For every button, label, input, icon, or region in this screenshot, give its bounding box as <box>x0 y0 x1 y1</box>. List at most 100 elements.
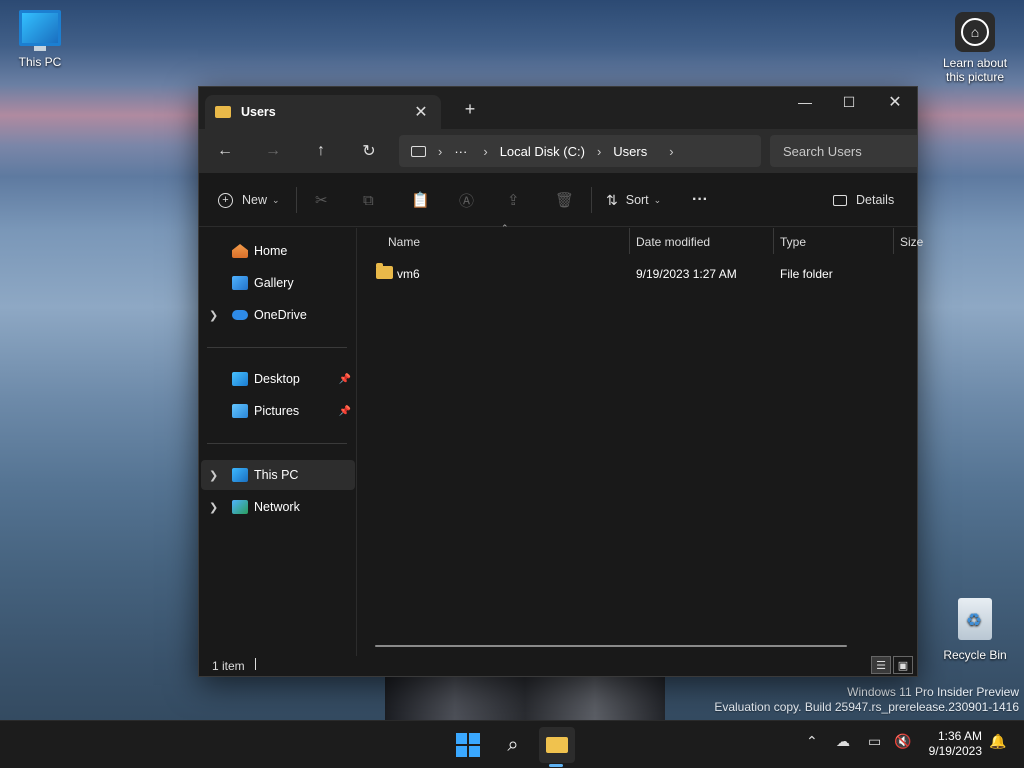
back-button[interactable]: ← <box>210 137 240 165</box>
sidebar-item-label: Network <box>254 500 300 514</box>
desktop-icon-this-pc[interactable]: This PC <box>0 10 80 69</box>
column-header-date-modified[interactable]: Date modified <box>636 228 710 256</box>
column-header-type[interactable]: Type <box>780 228 806 256</box>
cut-icon[interactable]: ✂ <box>315 173 328 227</box>
breadcrumb-chevron-icon[interactable]: › <box>597 144 601 159</box>
this-pc-icon <box>19 10 61 51</box>
close-button[interactable]: ✕ <box>872 87 918 117</box>
refresh-button[interactable]: ↻ <box>354 137 384 165</box>
network-icon[interactable]: ▭ <box>868 733 881 750</box>
column-header-name[interactable]: Name <box>388 228 420 256</box>
file-type: File folder <box>780 267 833 281</box>
sidebar-item-network[interactable]: ❯ Network <box>201 492 355 522</box>
search-icon[interactable]: ⌕ <box>495 727 531 763</box>
sidebar-item-label: Home <box>254 244 288 258</box>
delete-icon[interactable]: 🗑 <box>555 173 574 227</box>
start-button[interactable] <box>450 727 486 763</box>
details-label: Details <box>856 193 895 207</box>
sort-up-icon: ⌃ <box>501 223 509 233</box>
minimize-button[interactable]: — <box>782 87 828 117</box>
new-tab-button[interactable]: + <box>459 99 481 120</box>
horizontal-scrollbar[interactable] <box>375 645 847 647</box>
sidebar-item-gallery[interactable]: Gallery <box>201 268 355 298</box>
chevron-right-icon[interactable]: ❯ <box>209 501 218 514</box>
watermark-line1: Windows 11 Pro Insider Preview <box>847 685 1019 699</box>
chevron-right-icon[interactable]: ❯ <box>209 309 218 322</box>
chevron-up-icon[interactable]: ⌃ <box>806 733 818 750</box>
details-view-button[interactable]: ☰ <box>871 656 891 674</box>
desktop-icon-label: This PC <box>18 55 62 69</box>
network-icon <box>232 500 248 514</box>
breadcrumb-local-disk[interactable]: Local Disk (C:) <box>500 144 585 159</box>
up-button[interactable]: ↑ <box>306 137 336 165</box>
rename-icon[interactable]: Ⓐ <box>459 173 474 227</box>
onedrive-icon <box>232 310 248 320</box>
breadcrumb-users[interactable]: Users <box>613 144 647 159</box>
tab-title: Users <box>241 105 276 119</box>
status-divider <box>255 658 256 670</box>
recycle-bin-icon: ♻ <box>958 598 992 640</box>
divider <box>591 187 592 213</box>
column-divider[interactable] <box>773 228 774 254</box>
navigation-bar: ← → ↑ ↻ › ··· › Local Disk (C:) › Users … <box>199 129 917 173</box>
copy-icon[interactable]: ⧉ <box>363 173 374 227</box>
pin-icon: 📌 <box>338 373 351 385</box>
file-name: vm6 <box>397 267 420 281</box>
breadcrumb-more[interactable]: ··· <box>454 144 467 159</box>
breadcrumb-chevron-icon: › <box>483 143 488 159</box>
breadcrumb-chevron-icon[interactable]: › <box>669 144 673 159</box>
desktop-icon-label: Learn about this picture <box>942 56 1008 84</box>
sidebar-divider <box>207 347 347 348</box>
active-indicator <box>549 764 563 767</box>
forward-button[interactable]: → <box>258 137 288 165</box>
this-pc-icon <box>232 468 248 482</box>
command-bar: + New ⌄ ✂ ⧉ 📋 Ⓐ ⇪ 🗑 ⇅ Sort ⌄ ··· Details <box>199 173 917 227</box>
search-input[interactable]: Search Users <box>770 135 917 167</box>
details-pane-icon <box>833 194 847 206</box>
notification-bell-icon[interactable]: 🔔 <box>989 733 1006 750</box>
sort-button[interactable]: ⇅ Sort ⌄ <box>606 173 661 227</box>
plus-circle-icon: + <box>218 192 233 208</box>
file-explorer-taskbar-button[interactable] <box>539 727 575 763</box>
file-date-modified: 9/19/2023 1:27 AM <box>636 267 737 281</box>
sidebar-item-onedrive[interactable]: ❯ OneDrive <box>201 300 355 330</box>
tab-users[interactable]: Users ✕ <box>205 95 441 129</box>
more-options-button[interactable]: ··· <box>692 173 708 227</box>
share-icon[interactable]: ⇪ <box>507 173 520 227</box>
clock-date: 9/19/2023 <box>928 744 982 758</box>
sidebar-item-home[interactable]: Home <box>201 236 355 266</box>
cloud-offline-icon[interactable]: ☁ <box>836 733 850 750</box>
maximize-button[interactable]: ☐ <box>826 87 872 117</box>
sort-label: Sort <box>625 193 649 207</box>
large-icons-view-button[interactable]: ▣ <box>893 656 913 674</box>
sidebar-item-this-pc[interactable]: ❯ This PC <box>201 460 355 490</box>
pictures-icon <box>232 404 248 418</box>
column-divider[interactable] <box>893 228 894 254</box>
sidebar-item-label: This PC <box>254 468 299 482</box>
navigation-pane: Home Gallery ❯ OneDrive Desktop 📌 Pictur… <box>199 228 357 656</box>
chevron-right-icon[interactable]: ❯ <box>209 469 218 482</box>
taskbar: ⌕ ⌃ ☁ ▭ 🔇 1:36 AM 9/19/2023 🔔 <box>0 720 1024 768</box>
title-bar[interactable]: Users ✕ + — ☐ ✕ <box>199 87 917 129</box>
tab-close-icon[interactable]: ✕ <box>411 102 431 122</box>
clock[interactable]: 1:36 AM 9/19/2023 <box>929 729 982 759</box>
computer-icon[interactable] <box>411 145 426 157</box>
desktop-icon-learn-about-picture[interactable]: ⌂ Learn about this picture <box>935 12 1015 84</box>
volume-muted-icon[interactable]: 🔇 <box>894 733 911 750</box>
item-count: 1 item <box>212 659 245 673</box>
breadcrumb-chevron-icon[interactable]: › <box>438 144 442 159</box>
details-button[interactable]: Details <box>833 173 894 227</box>
table-row[interactable]: vm6 9/19/2023 1:27 AM File folder <box>358 260 917 288</box>
column-divider[interactable] <box>629 228 630 254</box>
sidebar-item-pictures[interactable]: Pictures 📌 <box>201 396 355 426</box>
column-header-size[interactable]: Size <box>900 228 923 256</box>
desktop-icon-recycle-bin[interactable]: ♻ Recycle Bin <box>935 598 1015 662</box>
address-bar[interactable]: › ··· › Local Disk (C:) › Users › <box>399 135 761 167</box>
sidebar-item-desktop[interactable]: Desktop 📌 <box>201 364 355 394</box>
new-button[interactable]: + New ⌄ <box>218 173 280 227</box>
paste-icon[interactable]: 📋 <box>411 173 430 227</box>
file-list[interactable]: ⌃ Name Date modified Type Size vm6 9/19/… <box>358 223 923 656</box>
folder-icon <box>546 737 568 753</box>
folder-icon <box>215 106 231 118</box>
divider <box>296 187 297 213</box>
